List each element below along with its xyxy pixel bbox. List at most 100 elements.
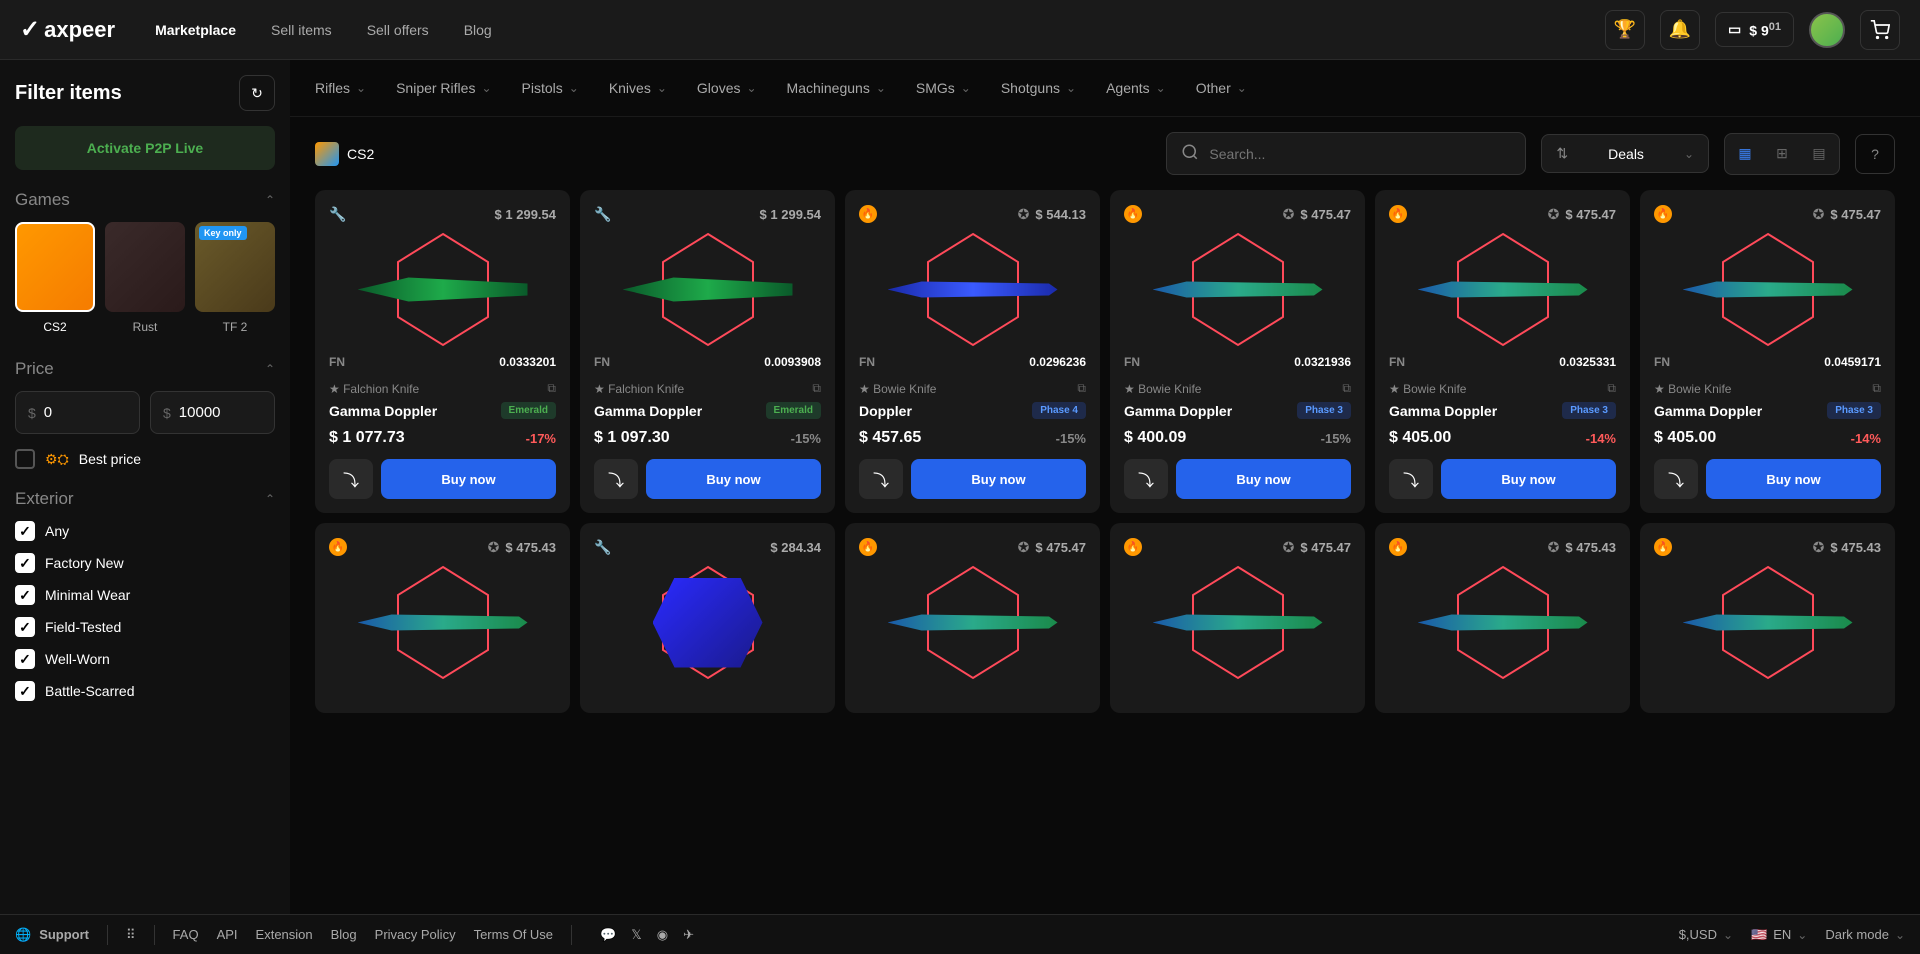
search-input[interactable]: [1209, 146, 1511, 162]
search-box[interactable]: [1166, 132, 1526, 175]
item-card[interactable]: 🔥 ✪$ 475.47 FN 0.0325331 ★ Bowie Knife ⧉…: [1375, 190, 1630, 513]
copy-icon[interactable]: ⧉: [1342, 381, 1351, 396]
game-rust[interactable]: Rust: [105, 222, 185, 334]
footer-link[interactable]: FAQ: [173, 927, 199, 942]
item-discount: -15%: [1056, 431, 1086, 446]
add-cart-button[interactable]: ⤵: [594, 459, 638, 499]
exterior-checkbox[interactable]: Minimal Wear: [15, 585, 275, 605]
item-card[interactable]: 🔥 ✪$ 475.47: [1110, 523, 1365, 713]
best-price-checkbox[interactable]: ⚙⛭ Best price: [15, 449, 275, 469]
price-max-input[interactable]: $: [150, 391, 275, 434]
exterior-title[interactable]: Exterior ⌃: [15, 489, 275, 509]
item-card[interactable]: 🔧 $ 1 299.54 FN 0.0093908 ★ Falchion Kni…: [580, 190, 835, 513]
category-item[interactable]: Gloves⌄: [697, 80, 757, 96]
item-card[interactable]: 🔧 $ 1 299.54 FN 0.0333201 ★ Falchion Kni…: [315, 190, 570, 513]
wallet-icon: ▭: [1728, 21, 1741, 38]
add-cart-button[interactable]: ⤵: [859, 459, 903, 499]
add-cart-button[interactable]: ⤵: [1124, 459, 1168, 499]
balance-whole: 9: [1761, 22, 1769, 38]
item-card[interactable]: 🔥 ✪$ 475.43: [315, 523, 570, 713]
exterior-section: Exterior ⌃ Any Factory New Minimal Wear Fie…: [15, 489, 275, 701]
view-grid-large[interactable]: ▦: [1729, 138, 1761, 170]
category-item[interactable]: Agents⌄: [1106, 80, 1166, 96]
game-chip[interactable]: CS2: [315, 142, 374, 166]
sort-select[interactable]: ⇅ Deals ⌄: [1541, 134, 1709, 173]
category-item[interactable]: Pistols⌄: [522, 80, 579, 96]
category-item[interactable]: Shotguns⌄: [1001, 80, 1076, 96]
exterior-checkbox[interactable]: Any: [15, 521, 275, 541]
category-item[interactable]: Knives⌄: [609, 80, 667, 96]
buy-button[interactable]: Buy now: [1441, 459, 1616, 499]
buy-button[interactable]: Buy now: [911, 459, 1086, 499]
support-button[interactable]: 🌐 Support: [15, 927, 89, 943]
exterior-checkbox[interactable]: Battle-Scarred: [15, 681, 275, 701]
instagram-icon[interactable]: ◉: [657, 927, 668, 943]
copy-icon[interactable]: ⧉: [547, 381, 556, 396]
nav-sell-offers[interactable]: Sell offers: [367, 22, 429, 38]
item-card[interactable]: 🔥 ✪$ 475.43: [1640, 523, 1895, 713]
add-cart-button[interactable]: ⤵: [1654, 459, 1698, 499]
logo[interactable]: ✓ axpeer: [20, 15, 115, 44]
games-title[interactable]: Games ⌃: [15, 190, 275, 210]
bell-icon[interactable]: 🔔: [1660, 10, 1700, 50]
item-card[interactable]: 🔥 ✪$ 544.13 FN 0.0296236 ★ Bowie Knife ⧉…: [845, 190, 1100, 513]
trophy-icon[interactable]: 🏆: [1605, 10, 1645, 50]
add-cart-button[interactable]: ⤵: [329, 459, 373, 499]
category-item[interactable]: Sniper Rifles⌄: [396, 80, 491, 96]
view-grid-medium[interactable]: ⊞: [1766, 138, 1798, 170]
category-item[interactable]: Machineguns⌄: [787, 80, 886, 96]
price-title[interactable]: Price ⌃: [15, 359, 275, 379]
reset-icon[interactable]: ↻: [239, 75, 275, 111]
activate-p2p-button[interactable]: Activate P2P Live: [15, 126, 275, 170]
exterior-checkbox[interactable]: Field-Tested: [15, 617, 275, 637]
add-cart-button[interactable]: ⤵: [1389, 459, 1433, 499]
item-card[interactable]: 🔥 ✪$ 475.47 FN 0.0321936 ★ Bowie Knife ⧉…: [1110, 190, 1365, 513]
category-item[interactable]: SMGs⌄: [916, 80, 971, 96]
item-card[interactable]: 🔥 ✪$ 475.47: [845, 523, 1100, 713]
game-tf2[interactable]: Key only TF 2: [195, 222, 275, 334]
category-item[interactable]: Other⌄: [1196, 80, 1247, 96]
discord-icon[interactable]: 💬: [600, 927, 616, 943]
exterior-checkbox[interactable]: Well-Worn: [15, 649, 275, 669]
footer-link[interactable]: Extension: [256, 927, 313, 942]
theme-select[interactable]: Dark mode ⌄: [1825, 927, 1905, 942]
telegram-icon[interactable]: ✈: [683, 927, 694, 943]
nav-blog[interactable]: Blog: [464, 22, 492, 38]
copy-icon[interactable]: ⧉: [1872, 381, 1881, 396]
buy-button[interactable]: Buy now: [381, 459, 556, 499]
category-item[interactable]: Rifles⌄: [315, 80, 366, 96]
copy-icon[interactable]: ⧉: [1077, 381, 1086, 396]
buy-button[interactable]: Buy now: [1706, 459, 1881, 499]
fire-icon: 🔥: [1389, 538, 1407, 556]
footer-link[interactable]: Terms Of Use: [474, 927, 553, 942]
copy-icon[interactable]: ⧉: [1607, 381, 1616, 396]
filter-title: Filter items: [15, 82, 122, 105]
categories-bar: Rifles⌄ Sniper Rifles⌄ Pistols⌄ Knives⌄ Glov…: [290, 60, 1920, 117]
footer-link[interactable]: Privacy Policy: [375, 927, 456, 942]
footer-link[interactable]: Blog: [331, 927, 357, 942]
apps-icon[interactable]: ⠿: [126, 927, 136, 943]
exterior-checkbox[interactable]: Factory New: [15, 553, 275, 573]
cart-icon[interactable]: [1860, 10, 1900, 50]
nav-sell-items[interactable]: Sell items: [271, 22, 332, 38]
currency-select[interactable]: $,USD ⌄: [1679, 927, 1733, 942]
twitter-icon[interactable]: 𝕏: [631, 927, 641, 943]
item-tag: Phase 3: [1297, 402, 1351, 419]
float-value: 0.0459171: [1824, 355, 1881, 369]
language-select[interactable]: 🇺🇸 EN ⌄: [1751, 927, 1807, 943]
copy-icon[interactable]: ⧉: [812, 381, 821, 396]
footer-link[interactable]: API: [217, 927, 238, 942]
item-card[interactable]: 🔧 $ 284.34: [580, 523, 835, 713]
price-min-input[interactable]: $: [15, 391, 140, 434]
view-grid-small[interactable]: ▤: [1803, 138, 1835, 170]
help-icon[interactable]: ?: [1855, 134, 1895, 174]
steam-icon: 🔧: [594, 206, 611, 223]
item-card[interactable]: 🔥 ✪$ 475.47 FN 0.0459171 ★ Bowie Knife ⧉…: [1640, 190, 1895, 513]
game-cs2[interactable]: CS2: [15, 222, 95, 334]
nav-marketplace[interactable]: Marketplace: [155, 22, 236, 38]
item-card[interactable]: 🔥 ✪$ 475.43: [1375, 523, 1630, 713]
balance[interactable]: ▭ $ 901: [1715, 12, 1794, 48]
buy-button[interactable]: Buy now: [646, 459, 821, 499]
avatar[interactable]: [1809, 12, 1845, 48]
buy-button[interactable]: Buy now: [1176, 459, 1351, 499]
